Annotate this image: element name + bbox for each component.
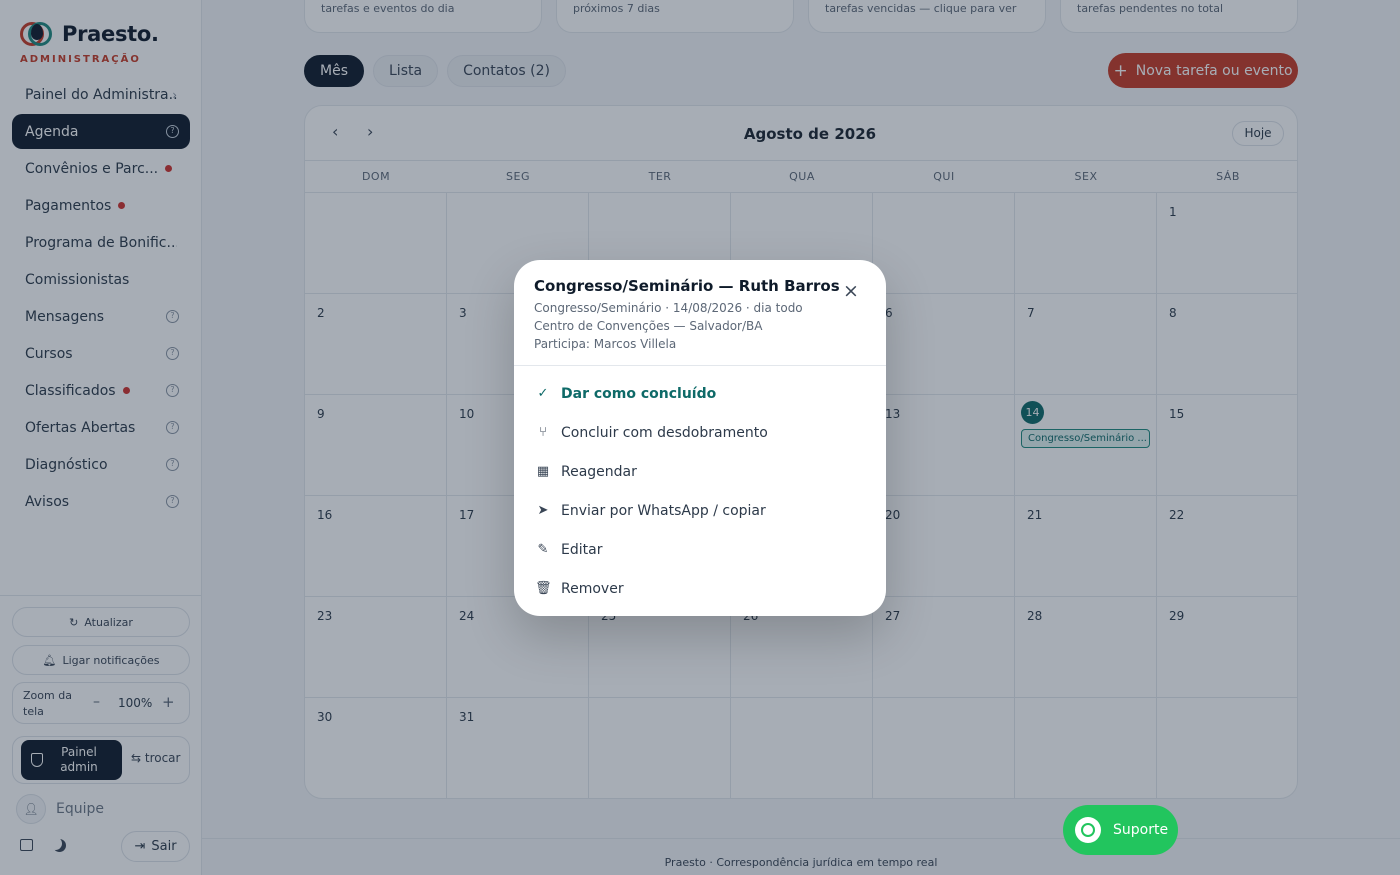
close-icon[interactable]: ×	[843, 282, 859, 301]
action-pencil[interactable]: ✎ Editar	[514, 530, 886, 569]
action-label: Concluir com desdobramento	[561, 424, 768, 441]
event-modal: Congresso/Seminário — Ruth Barros Congre…	[514, 260, 886, 616]
action-calendar-clock[interactable]: ▦ Reagendar	[514, 452, 886, 491]
branch-icon: ⑂	[539, 425, 547, 440]
modal-actions: ✓ Dar como concluído ⑂ Concluir com desdobr…	[514, 374, 886, 608]
event-participant: Participa: Marcos Villela	[534, 337, 677, 351]
support-label: Suporte	[1113, 822, 1169, 838]
event-location: Centro de Convenções — Salvador/BA	[534, 319, 763, 333]
pencil-icon: ✎	[537, 542, 549, 557]
action-label: Enviar por WhatsApp / copiar	[561, 502, 766, 519]
action-check[interactable]: ✓ Dar como concluído	[514, 374, 886, 413]
trash-icon: 🗑	[535, 581, 552, 596]
event-details: Congresso/Seminário · 14/08/2026 · dia t…	[534, 301, 803, 315]
calendar-clock-icon: ▦	[536, 464, 550, 479]
action-label: Remover	[561, 580, 624, 597]
modal-header: Congresso/Seminário — Ruth Barros Congre…	[514, 260, 886, 366]
action-label: Editar	[561, 541, 603, 558]
support-button[interactable]: Suporte	[1063, 805, 1178, 855]
check-icon: ✓	[537, 386, 549, 401]
action-branch[interactable]: ⑂ Concluir com desdobramento	[514, 413, 886, 452]
action-trash[interactable]: 🗑 Remover	[514, 569, 886, 608]
action-label: Dar como concluído	[561, 385, 717, 402]
action-label: Reagendar	[561, 463, 637, 480]
modal-title: Congresso/Seminário — Ruth Barros	[534, 277, 840, 295]
send-icon: ➤	[537, 503, 549, 518]
whatsapp-icon	[1075, 817, 1101, 843]
action-send[interactable]: ➤ Enviar por WhatsApp / copiar	[514, 491, 886, 530]
